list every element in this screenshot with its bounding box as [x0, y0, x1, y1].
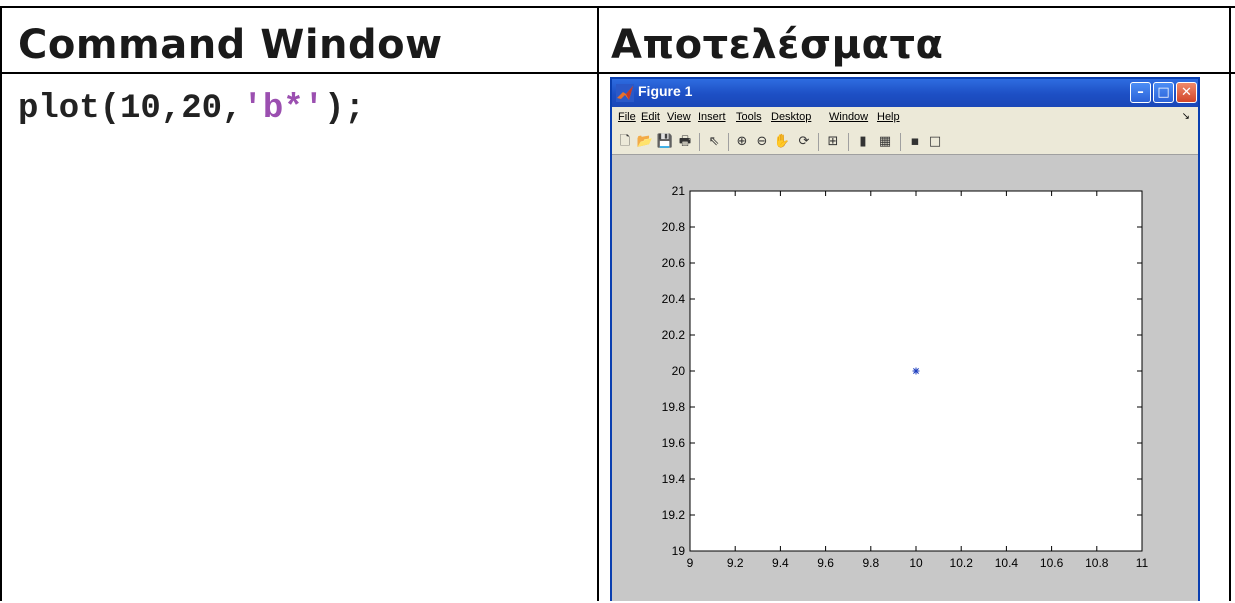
y-tick-label: 20	[672, 364, 686, 378]
data-point-star	[912, 367, 920, 375]
x-tick-label: 9.4	[772, 556, 789, 570]
figure-title: Figure 1	[638, 83, 693, 99]
header-divider	[0, 72, 1235, 74]
y-tick-label: 20.2	[662, 328, 686, 342]
pointer-arrow-icon[interactable]: ⇖	[705, 133, 723, 151]
menu-file[interactable]: File	[618, 111, 636, 123]
toolbar-separator	[900, 133, 901, 151]
command-prefix: plot(10,20,	[18, 90, 243, 128]
menu-dock-arrow-icon[interactable]: ↘	[1182, 111, 1190, 122]
data-cursor-icon[interactable]: ⊞	[824, 133, 842, 151]
plot-area[interactable]: 9 9.2 9.4 9.6 9.8 10 10.2 10.4 10.6 10.8 11 19 19.2 1…	[612, 155, 1198, 603]
save-icon[interactable]: 💾	[656, 133, 674, 151]
y-tick-label: 20.8	[662, 220, 686, 234]
table-right-border	[1229, 6, 1231, 601]
close-button[interactable]: ✕	[1176, 82, 1197, 103]
x-tick-label: 11	[1136, 556, 1149, 570]
toolbar-separator	[848, 133, 849, 151]
zoom-out-icon[interactable]: ⊖	[753, 133, 771, 151]
x-tick-label: 10.2	[950, 556, 974, 570]
rotate-3d-icon[interactable]: ⟳	[795, 133, 813, 151]
new-file-icon[interactable]: 🗋	[616, 133, 634, 151]
command-line: plot(10,20,'b*');	[18, 90, 365, 128]
x-tick-label: 9.8	[862, 556, 879, 570]
matlab-logo-icon	[616, 84, 634, 102]
x-tick-label: 10.6	[1040, 556, 1064, 570]
results-header: Αποτελέσματα	[611, 22, 944, 68]
x-tick-label: 10	[909, 556, 923, 570]
figure-titlebar[interactable]: Figure 1 – □ ✕	[612, 79, 1198, 107]
y-tick-label: 21	[672, 184, 686, 198]
x-tick-label: 10.8	[1085, 556, 1109, 570]
y-tick-label: 19.4	[662, 472, 686, 486]
y-tick-label: 19.6	[662, 436, 686, 450]
x-tick-label: 9	[687, 556, 694, 570]
hide-plot-tools-icon[interactable]: ▪	[906, 133, 924, 151]
x-tick-label: 9.2	[727, 556, 744, 570]
table-left-border	[0, 6, 2, 601]
toolbar-separator	[818, 133, 819, 151]
toolbar-separator	[699, 133, 700, 151]
colorbar-icon[interactable]: ▮	[854, 133, 872, 151]
figure-window[interactable]: Figure 1 – □ ✕ File Edit View Insert Too…	[610, 77, 1200, 601]
column-divider	[597, 6, 599, 601]
toolbar-separator	[728, 133, 729, 151]
menu-window[interactable]: Window	[829, 111, 868, 123]
menu-help[interactable]: Help	[877, 111, 900, 123]
menu-view[interactable]: View	[667, 111, 691, 123]
pan-hand-icon[interactable]: ✋	[773, 133, 791, 151]
figure-menubar: File Edit View Insert Tools Desktop Wind…	[612, 107, 1198, 129]
show-plot-tools-icon[interactable]: □	[926, 133, 944, 151]
zoom-in-icon[interactable]: ⊕	[733, 133, 751, 151]
legend-icon[interactable]: ▦	[876, 133, 894, 151]
x-tick-label: 10.4	[995, 556, 1019, 570]
print-icon[interactable]: 🖶	[676, 133, 694, 151]
command-window-header: Command Window	[18, 22, 443, 68]
x-tick-label: 9.6	[817, 556, 834, 570]
maximize-button[interactable]: □	[1153, 82, 1174, 103]
menu-tools[interactable]: Tools	[736, 111, 762, 123]
table-top-border	[0, 6, 1235, 8]
y-tick-label: 20.6	[662, 256, 686, 270]
command-suffix: );	[324, 90, 365, 128]
menu-edit[interactable]: Edit	[641, 111, 660, 123]
y-tick-label: 19.8	[662, 400, 686, 414]
y-tick-label: 20.4	[662, 292, 686, 306]
menu-insert[interactable]: Insert	[698, 111, 726, 123]
y-tick-label: 19	[672, 544, 686, 558]
command-string-arg: 'b*'	[242, 90, 325, 128]
open-folder-icon[interactable]: 📂	[636, 133, 654, 151]
minimize-button[interactable]: –	[1130, 82, 1151, 103]
y-tick-label: 19.2	[662, 508, 686, 522]
menu-desktop[interactable]: Desktop	[771, 111, 811, 123]
figure-toolbar: 🗋 📂 💾 🖶 ⇖ ⊕ ⊖ ✋ ⟳ ⊞ ▮ ▦ ▪ □	[612, 129, 1198, 155]
